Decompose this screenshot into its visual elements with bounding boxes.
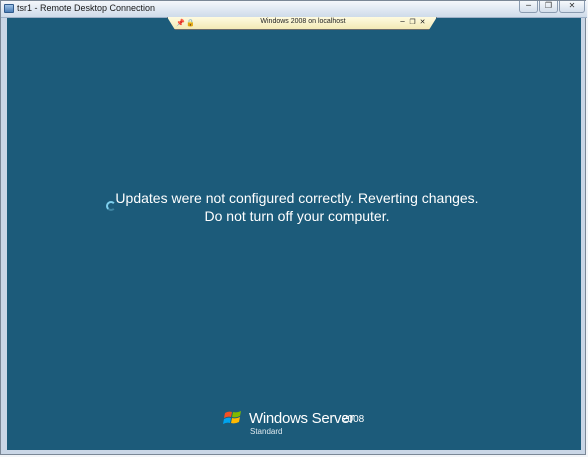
connection-bar-controls: ─ ❐ ✕ [399, 18, 426, 26]
connection-bar: 📌 🔒 Windows 2008 on localhost ─ ❐ ✕ [167, 17, 437, 30]
connection-title: Windows 2008 on localhost [260, 18, 346, 25]
edition-label: Standard [250, 427, 283, 436]
remote-screen[interactable]: 📌 🔒 Windows 2008 on localhost ─ ❐ ✕ Upda… [7, 17, 581, 450]
minimize-button[interactable]: ─ [519, 1, 538, 13]
restore-button[interactable]: ❐ [539, 1, 558, 13]
brand-name: Windows Server [249, 410, 354, 427]
title-bar[interactable]: tsr1 - Remote Desktop Connection ─ ❐ ✕ [1, 1, 587, 18]
remote-desktop-window: tsr1 - Remote Desktop Connection ─ ❐ ✕ 📌… [0, 0, 587, 455]
windows-server-logo: Windows Server 2008 Standard [223, 406, 373, 442]
connection-restore-button[interactable]: ❐ [409, 18, 416, 26]
status-message-line1: Updates were not configured correctly. R… [115, 190, 479, 206]
close-button[interactable]: ✕ [559, 1, 585, 13]
window-title: tsr1 - Remote Desktop Connection [17, 3, 156, 13]
window-controls: ─ ❐ ✕ [518, 1, 585, 15]
connection-close-button[interactable]: ✕ [419, 18, 426, 26]
connection-minimize-button[interactable]: ─ [399, 18, 406, 26]
remote-desktop-icon [4, 4, 14, 13]
status-message-line2: Do not turn off your computer. [204, 208, 390, 224]
windows-flag-icon [223, 411, 241, 424]
brand-version: 2008 [342, 414, 365, 425]
